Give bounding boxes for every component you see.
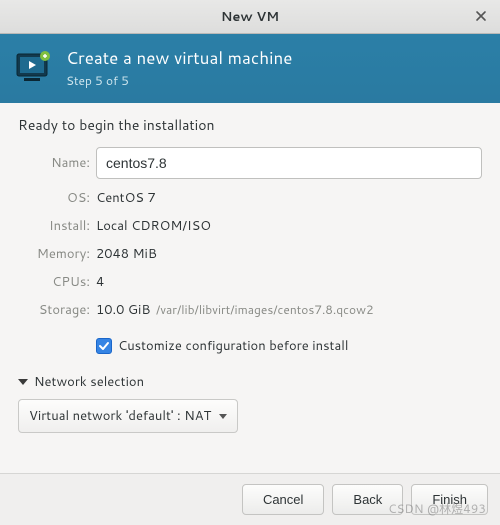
triangle-down-icon — [18, 379, 28, 385]
checkbox-checked-icon[interactable] — [96, 338, 112, 354]
cpus-label: CPUs: — [18, 273, 90, 291]
storage-value: 10.0 GiB /var/lib/libvirt/images/centos7… — [96, 301, 482, 319]
install-label: Install: — [18, 217, 90, 235]
storage-label: Storage: — [18, 301, 90, 319]
customize-label: Customize configuration before install — [118, 337, 348, 355]
network-selection-label: Network selection — [34, 373, 144, 391]
ready-text: Ready to begin the installation — [18, 115, 482, 135]
back-button[interactable]: Back — [332, 484, 403, 515]
header-title: Create a new virtual machine — [66, 46, 292, 70]
header-subtitle: Step 5 of 5 — [66, 72, 292, 89]
os-label: OS: — [18, 189, 90, 207]
footer-button-bar: Cancel Back Finish — [0, 473, 500, 525]
wizard-header: Create a new virtual machine Step 5 of 5 — [0, 34, 500, 103]
os-value: CentOS 7 — [96, 189, 482, 207]
storage-path: /var/lib/libvirt/images/centos7.8.qcow2 — [156, 301, 374, 318]
install-value: Local CDROM/ISO — [96, 217, 482, 235]
customize-checkbox-row[interactable]: Customize configuration before install — [96, 337, 482, 355]
window-title: New VM — [221, 8, 279, 26]
memory-value: 2048 MiB — [96, 245, 482, 263]
main-content: Ready to begin the installation Name: OS… — [0, 103, 500, 443]
storage-size: 10.0 GiB — [96, 301, 150, 319]
memory-label: Memory: — [18, 245, 90, 263]
network-combo-value: Virtual network 'default' : NAT — [29, 407, 211, 425]
name-label: Name: — [18, 154, 90, 172]
titlebar: New VM — [0, 0, 500, 34]
chevron-down-icon — [219, 414, 227, 419]
name-input[interactable] — [96, 147, 482, 179]
network-combo[interactable]: Virtual network 'default' : NAT — [18, 399, 238, 433]
network-selection-expander[interactable]: Network selection — [18, 373, 482, 391]
cpus-value: 4 — [96, 273, 482, 291]
finish-button[interactable]: Finish — [411, 484, 488, 515]
cancel-button[interactable]: Cancel — [242, 484, 324, 515]
close-icon[interactable] — [472, 7, 490, 25]
vm-monitor-icon — [14, 48, 54, 88]
